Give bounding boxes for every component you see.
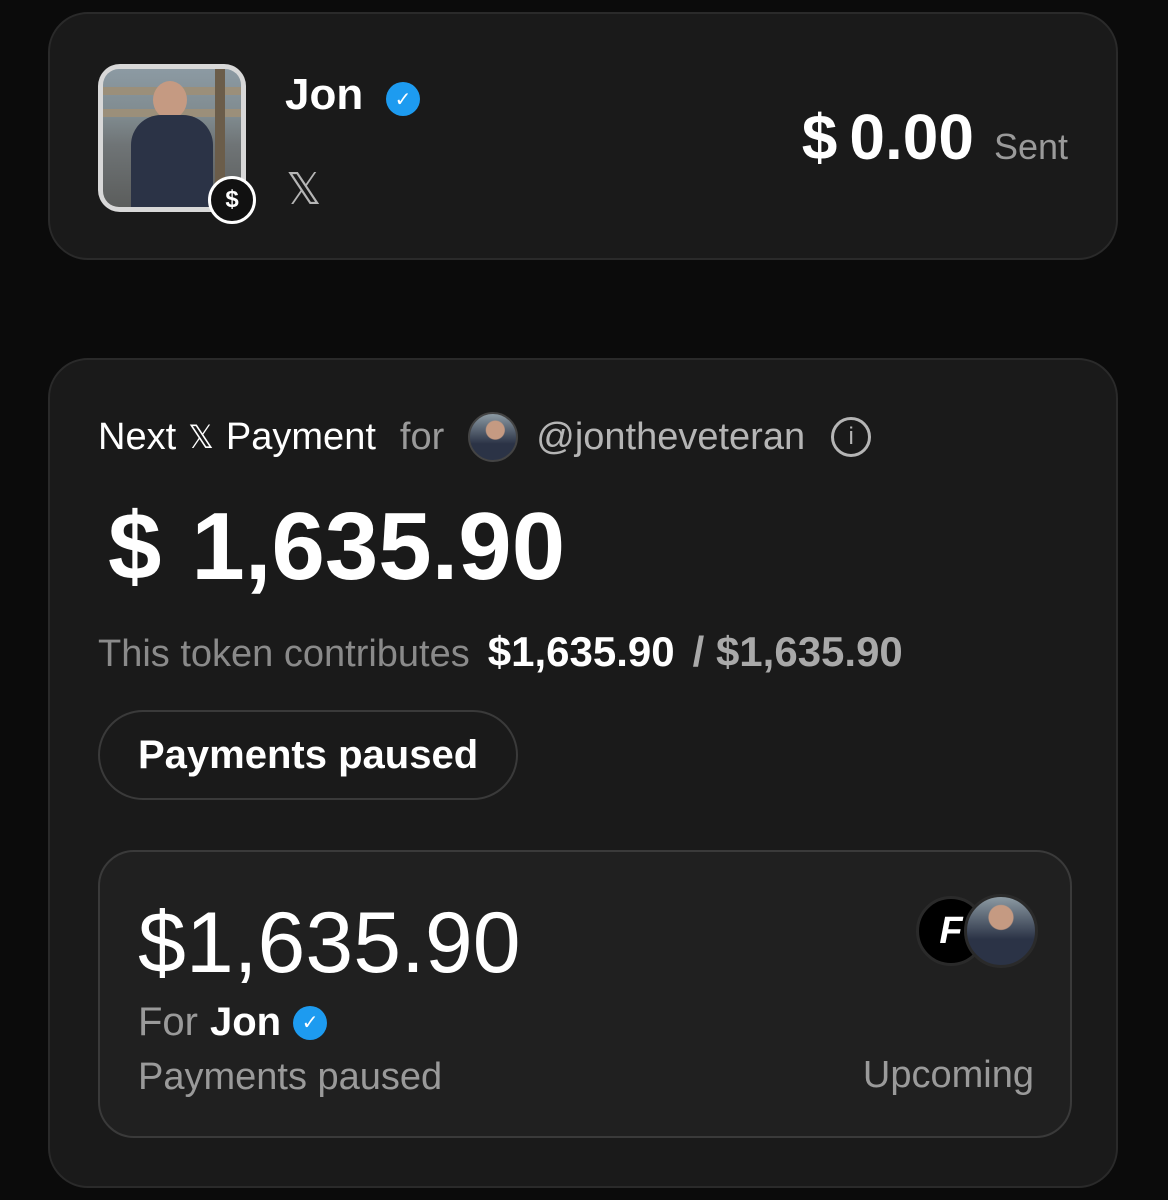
sent-total: $ 0.00 Sent	[802, 100, 1068, 174]
dollar-badge-icon: $	[208, 176, 256, 224]
for-label: for	[399, 415, 445, 458]
upcoming-payment-item[interactable]: $1,635.90 For Jon ✓ Payments paused Upco…	[98, 850, 1072, 1138]
photo-body	[131, 115, 213, 207]
contribution-value: $1,635.90	[487, 628, 675, 675]
sent-amount: 0.00	[849, 101, 974, 173]
amount-value: 1,635.90	[191, 493, 566, 600]
verified-badge-icon: ✓	[293, 1005, 328, 1040]
payments-paused-button[interactable]: Payments paused	[98, 710, 519, 800]
x-logo-icon[interactable]: 𝕏	[286, 164, 321, 215]
contribution-label: This token contributes	[98, 633, 470, 675]
sent-label: Sent	[993, 126, 1068, 167]
payment-label: Payment	[225, 415, 376, 458]
profile-avatar[interactable]: $	[98, 64, 256, 224]
recipient-name: Jon	[210, 1000, 282, 1044]
next-payment-card: Next 𝕏 Payment for @jontheveteran i $ 1,…	[48, 358, 1118, 1188]
schedule-label: Upcoming	[862, 1054, 1034, 1096]
user-handle[interactable]: @jontheveteran	[536, 416, 805, 459]
info-icon[interactable]: i	[831, 417, 872, 457]
profile-name: Jon	[285, 70, 364, 119]
token-avatars: F	[916, 892, 1040, 970]
x-logo-icon: 𝕏	[188, 418, 214, 456]
contribution-total: / $1,635.90	[692, 628, 903, 675]
profile-card: $ Jon ✓ 𝕏 $ 0.00 Sent	[48, 12, 1118, 260]
next-label: Next	[98, 415, 177, 458]
currency-icon: $	[801, 101, 838, 173]
upcoming-amount: $1,635.90	[138, 895, 521, 991]
recipient-line: For Jon ✓	[138, 1000, 328, 1045]
for-label: For	[138, 1000, 198, 1044]
photo-head	[153, 81, 187, 119]
next-payment-amount: $ 1,635.90	[108, 492, 565, 602]
currency-icon: $	[108, 493, 162, 600]
recipient-avatar	[964, 894, 1038, 968]
payment-status: Payments paused	[138, 1056, 443, 1098]
verified-badge-icon: ✓	[386, 82, 420, 116]
handle-avatar	[468, 412, 519, 462]
next-payment-header: Next 𝕏 Payment for @jontheveteran i	[98, 412, 872, 462]
token-contribution: This token contributes $1,635.90 / $1,63…	[98, 628, 903, 676]
